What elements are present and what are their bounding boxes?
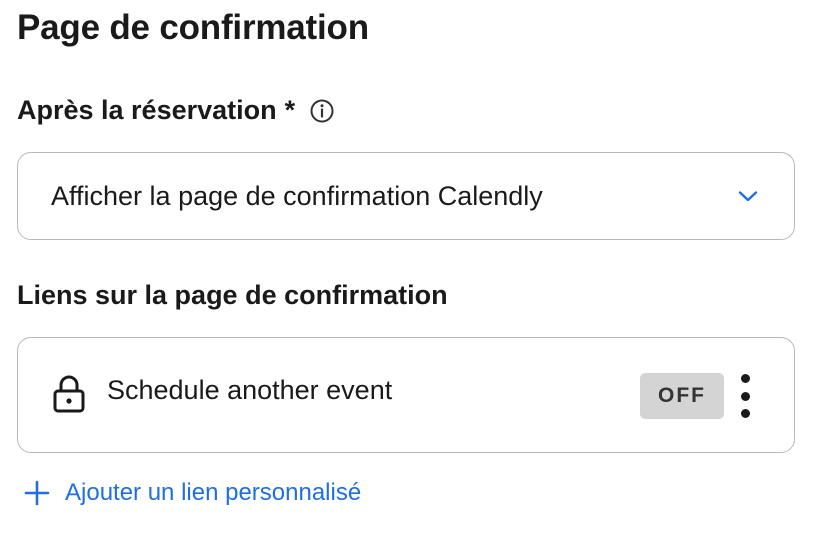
kebab-dot [740, 391, 750, 401]
link-item-card: Schedule another event OFF [17, 337, 795, 453]
add-custom-link-button[interactable]: Ajouter un lien personnalisé [24, 479, 361, 507]
lock-icon [52, 374, 86, 414]
info-circle-icon[interactable] [309, 98, 335, 124]
page-title: Page de confirmation [17, 8, 369, 47]
after-booking-label-row: Après la réservation * [17, 95, 335, 126]
after-booking-select-value: Afficher la page de confirmation Calendl… [51, 180, 543, 211]
confirmation-links-label: Liens sur la page de confirmation [17, 280, 448, 310]
chevron-down-icon [736, 184, 760, 208]
link-toggle-off[interactable]: OFF [640, 373, 724, 419]
after-booking-label: Après la réservation [17, 95, 277, 125]
after-booking-select[interactable]: Afficher la page de confirmation Calendl… [17, 152, 795, 240]
link-item-label: Schedule another event [107, 375, 393, 405]
kebab-dot [740, 374, 750, 383]
required-marker: * [284, 95, 296, 125]
kebab-menu-icon[interactable] [734, 374, 756, 418]
kebab-dot [740, 409, 750, 418]
add-custom-link-label: Ajouter un lien personnalisé [65, 479, 362, 506]
plus-icon [24, 480, 50, 506]
